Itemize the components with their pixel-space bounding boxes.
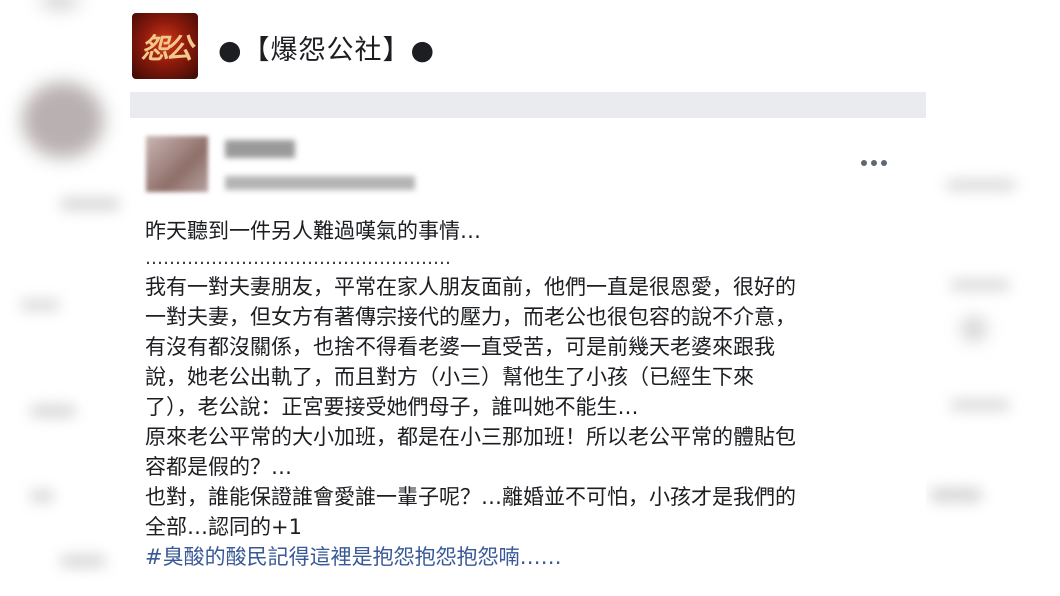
blurred-background-text: [950, 400, 1010, 410]
blurred-background-text: [946, 180, 1016, 190]
blurred-background-text: [930, 488, 982, 502]
post-body: 昨天聽到一件另人難過嘆氣的事情… …………………………………………… 我有一對夫…: [145, 216, 915, 572]
post-hashtag[interactable]: #臭酸的酸民記得這裡是抱怨抱怨抱怨喃……: [145, 542, 915, 572]
blurred-background-text: [950, 280, 1010, 290]
group-header: 怨公 ●【爆怨公社】●: [130, 0, 926, 92]
blurred-background-text: [60, 555, 106, 567]
post-separator-dots: ……………………………………………: [145, 248, 451, 269]
blurred-background-text: [20, 300, 60, 310]
author-name[interactable]: [225, 140, 295, 158]
feed-divider: [130, 92, 926, 118]
author-avatar[interactable]: [146, 136, 208, 192]
post-intro: 昨天聽到一件另人難過嘆氣的事情…: [145, 219, 481, 243]
post-card: 昨天聽到一件另人難過嘆氣的事情… …………………………………………… 我有一對夫…: [131, 118, 926, 596]
blurred-background-text: [30, 405, 76, 417]
post-meta: [225, 176, 415, 190]
group-name[interactable]: ●【爆怨公社】●: [218, 28, 435, 67]
blurred-background-text: [30, 490, 54, 502]
blurred-background-text: [60, 198, 120, 210]
more-horizontal-icon[interactable]: [859, 150, 891, 174]
blurred-background-dot: [962, 318, 986, 340]
group-logo[interactable]: 怨公: [132, 13, 198, 79]
group-logo-mark: 怨公: [140, 32, 193, 65]
blurred-background-avatar: [40, 0, 80, 8]
blurred-background-avatar: [22, 82, 104, 158]
post-text: 我有一對夫妻朋友，平常在家人朋友面前，他們一直是很恩愛，很好的 一對夫妻，但女方…: [145, 275, 796, 539]
